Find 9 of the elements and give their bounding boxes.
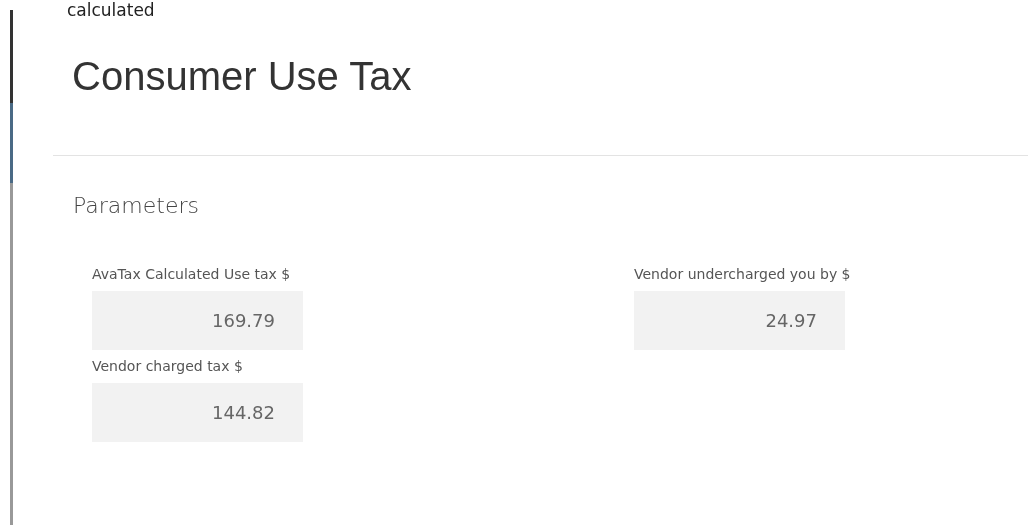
field-label: AvaTax Calculated Use tax $ [92, 265, 292, 284]
cut-off-text: calculated [67, 0, 155, 20]
section-title: Parameters [73, 192, 200, 220]
page-title: Consumer Use Tax [72, 53, 413, 100]
amount-field[interactable]: 169.79 [92, 291, 303, 350]
amount-field[interactable]: 144.82 [92, 383, 303, 442]
field-label: Vendor charged tax $ [92, 357, 244, 376]
amount-field[interactable]: 24.97 [634, 291, 845, 350]
field-label: Vendor undercharged you by $ [634, 265, 852, 284]
